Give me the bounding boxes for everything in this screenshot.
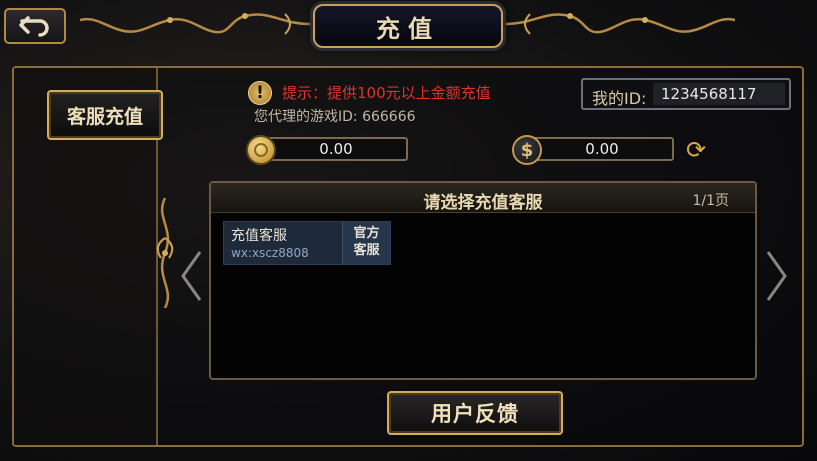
my-id-label: 我的ID: bbox=[592, 89, 647, 108]
chevron-right-icon[interactable] bbox=[762, 250, 790, 302]
badge-line-2: 客服 bbox=[353, 243, 380, 258]
tab-customer-service-recharge[interactable]: 客服充值 bbox=[47, 90, 163, 140]
gold-balance-field: 0.00 bbox=[264, 137, 408, 161]
title-banner: 充值 bbox=[313, 4, 503, 48]
page-title: 充值 bbox=[376, 14, 440, 43]
panel-header: 请选择充值客服 1/1页 bbox=[211, 183, 755, 213]
agent-game-id: 您代理的游戏ID: 666666 bbox=[254, 109, 416, 125]
official-service-badge: 官方 客服 bbox=[342, 222, 390, 264]
title-right-ornament bbox=[505, 13, 735, 35]
back-button[interactable] bbox=[4, 8, 66, 44]
service-contact: wx:xscz8808 bbox=[231, 246, 309, 260]
badge-line-1: 官方 bbox=[353, 226, 380, 241]
gold-balance-row: 0.00 bbox=[246, 135, 408, 165]
my-id-box: 我的ID: 1234568117 bbox=[581, 78, 791, 110]
panel-title: 请选择充值客服 bbox=[423, 193, 543, 213]
page-indicator: 1/1页 bbox=[692, 193, 729, 209]
cash-balance-row: 0.00 $ bbox=[512, 135, 674, 165]
warning-icon: ! bbox=[248, 81, 272, 105]
refresh-icon[interactable]: ⟳ bbox=[683, 137, 709, 163]
chevron-left-icon[interactable] bbox=[178, 250, 206, 302]
service-list-panel: 请选择充值客服 1/1页 充值客服 wx:xscz8808 官方 客服 bbox=[209, 181, 757, 380]
gold-coin-icon bbox=[246, 135, 276, 165]
sidebar-divider-ornament bbox=[156, 198, 174, 308]
cash-balance-field: 0.00 bbox=[530, 137, 674, 161]
back-arrow-icon bbox=[19, 16, 49, 37]
my-id-value: 1234568117 bbox=[653, 83, 785, 105]
recharge-notice: 提示：提供100元以上金额充值 bbox=[282, 84, 491, 102]
list-item[interactable]: 充值客服 wx:xscz8808 官方 客服 bbox=[223, 221, 391, 265]
user-feedback-button[interactable]: 用户反馈 bbox=[387, 391, 563, 435]
service-name: 充值客服 bbox=[231, 228, 287, 244]
dollar-coin-icon: $ bbox=[512, 135, 542, 165]
title-left-ornament bbox=[80, 13, 310, 35]
